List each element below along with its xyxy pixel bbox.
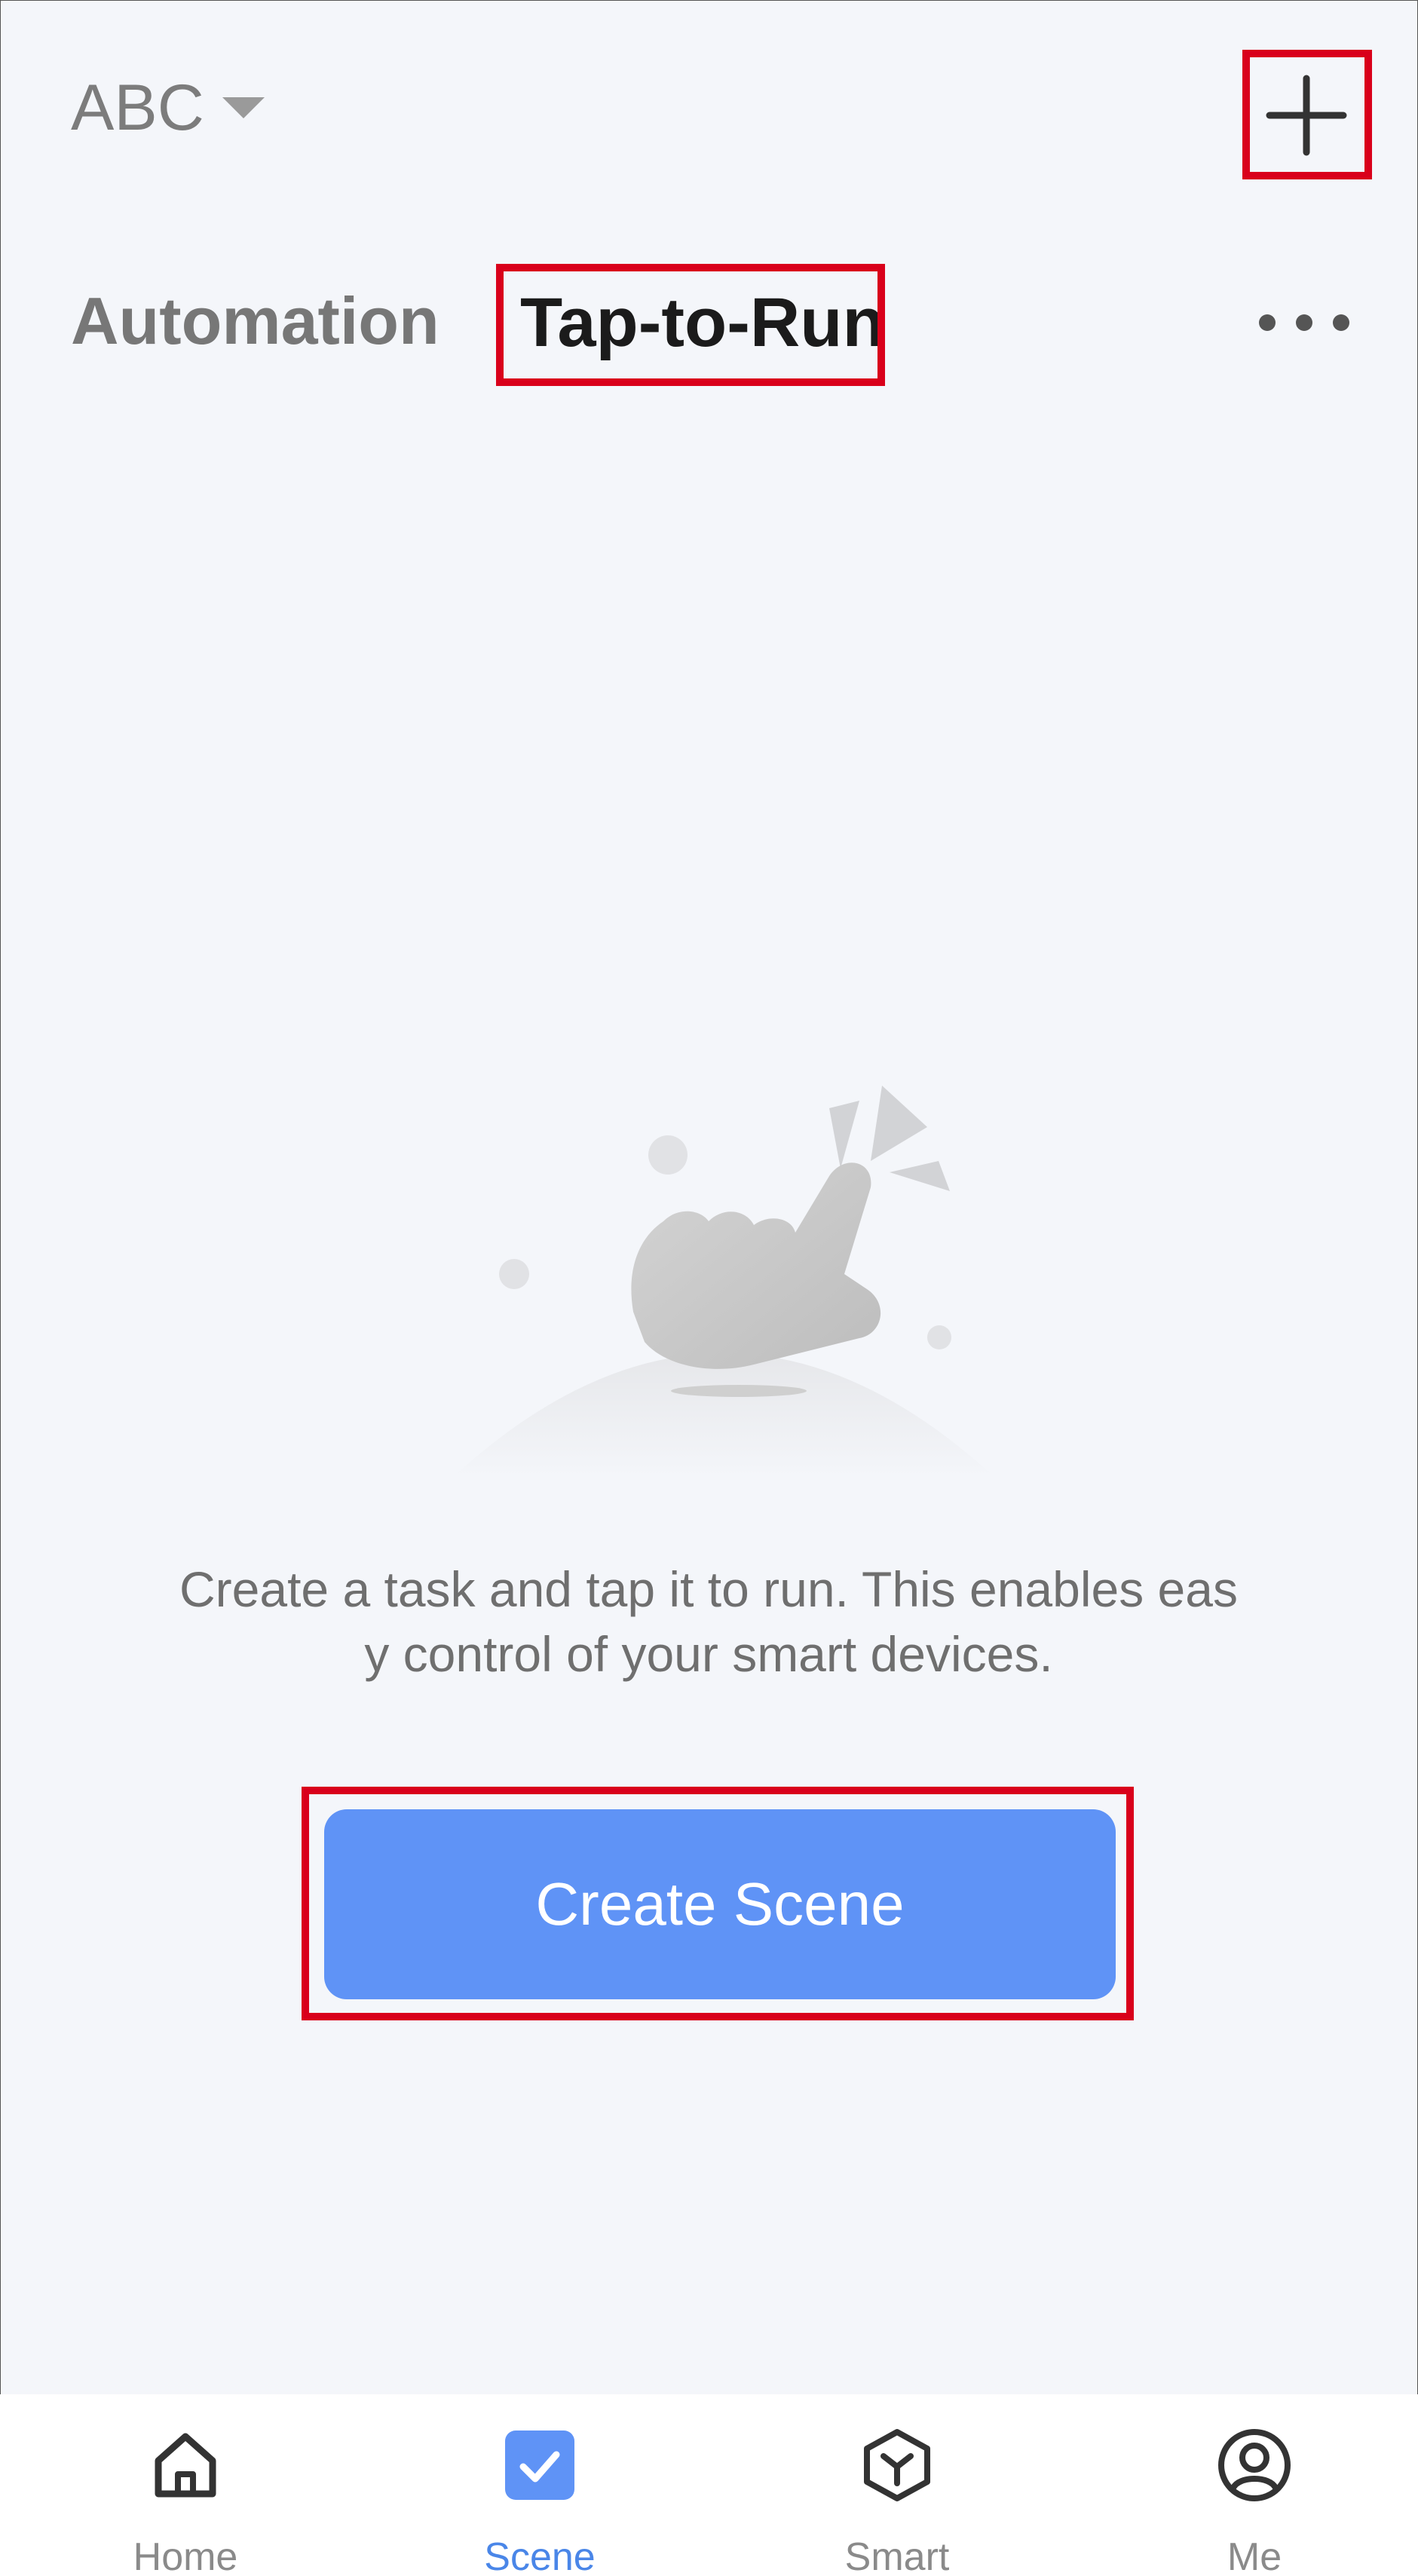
nav-me-label: Me [1227,2535,1282,2576]
description-line-2: y control of your smart devices. [364,1626,1053,1682]
nav-smart[interactable]: Smart [784,2394,1010,2576]
nav-scene[interactable]: Scene [427,2394,653,2576]
user-icon [1217,2427,1292,2503]
create-scene-button[interactable]: Create Scene [324,1809,1116,1999]
home-name: ABC [71,72,204,144]
chevron-down-icon [222,97,265,118]
more-dot-icon [1259,314,1276,331]
more-options-button[interactable] [1259,302,1349,344]
nav-home-label: Home [133,2535,238,2576]
nav-home[interactable]: Home [72,2394,299,2576]
empty-state-description: Create a task and tap it to run. This en… [106,1557,1312,1686]
nav-smart-label: Smart [844,2535,950,2576]
plus-icon [1266,75,1347,156]
bottom-nav: Home Scene Smart Me [0,2394,1418,2576]
home-selector[interactable]: ABC [71,75,265,140]
home-icon [148,2427,223,2503]
more-dot-icon [1296,314,1312,331]
scene-check-icon [502,2427,577,2503]
tap-hand-illustration [452,1086,995,1478]
tab-tap-to-run[interactable]: Tap-to-Run [520,288,885,357]
more-dot-icon [1333,314,1349,331]
add-scene-button[interactable] [1242,54,1371,176]
tab-automation[interactable]: Automation [71,288,439,354]
nav-scene-label: Scene [484,2535,596,2576]
smart-cube-icon [859,2427,935,2503]
nav-me[interactable]: Me [1141,2394,1367,2576]
description-line-1: Create a task and tap it to run. This en… [179,1561,1238,1617]
